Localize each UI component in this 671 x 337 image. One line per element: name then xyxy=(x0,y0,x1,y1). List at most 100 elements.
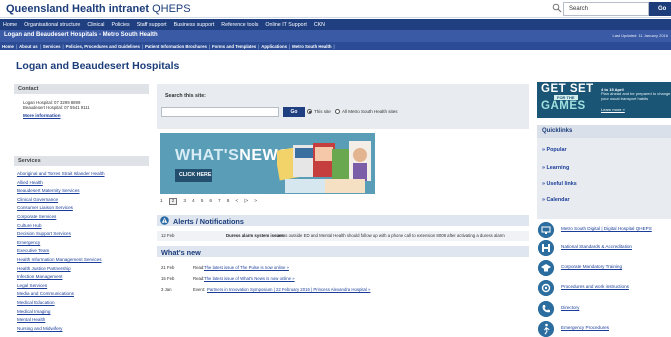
subnav-forms-templates[interactable]: Forms and Templates xyxy=(212,44,256,49)
service-link[interactable]: Emergency xyxy=(17,239,149,248)
pager-page-current[interactable]: 2 xyxy=(168,198,178,205)
left-column: Contact Logan Hospital: 07 3299 8899 Bea… xyxy=(14,84,149,333)
service-link[interactable]: Medical Education xyxy=(17,299,149,308)
pager-page[interactable]: 4 xyxy=(192,199,195,204)
resource-link-label[interactable]: Corporate Mandatory Training xyxy=(561,264,622,269)
resource-link-label[interactable]: Procedures and work instructions xyxy=(561,284,629,289)
resource-link-label[interactable]: Emergency Procedures xyxy=(561,325,609,330)
service-link[interactable]: Culture Hub xyxy=(17,222,149,231)
pager-page[interactable]: 8 xyxy=(227,199,230,204)
subnav-about-us[interactable]: About us xyxy=(19,44,38,49)
service-link[interactable]: Infection Management xyxy=(17,273,149,282)
site-search-label: Search this site: xyxy=(165,93,206,99)
subnav-metro-south-health[interactable]: Metro South Health xyxy=(292,44,331,49)
site-name[interactable]: Logan and Beaudesert Hospitals - Metro S… xyxy=(4,32,158,38)
service-link[interactable]: Clinical Governance xyxy=(17,196,149,205)
get-set-games-banner[interactable]: GET SET FOR THE GAMES 4 to 15 April Plan… xyxy=(537,82,671,118)
service-link[interactable]: Legal Services xyxy=(17,282,149,291)
pager-page[interactable]: 1 xyxy=(160,199,163,204)
nav-policies[interactable]: Policies xyxy=(111,22,129,28)
service-link[interactable]: Corporate Services xyxy=(17,213,149,222)
service-link[interactable]: Health Justice Partnership xyxy=(17,265,149,274)
subnav-home[interactable]: Home xyxy=(2,44,14,49)
nav-reference-tools[interactable]: Reference tools xyxy=(221,22,258,28)
contact-heading: Contact xyxy=(14,84,149,94)
service-link[interactable]: Medical Imaging xyxy=(17,308,149,317)
pager-page[interactable]: 7 xyxy=(218,199,221,204)
service-link[interactable]: Health Information Management Services xyxy=(17,256,149,265)
alert-text: - areas outside ED and Mental Health sho… xyxy=(274,233,505,238)
middle-column: Search this site: Go This site All Metro… xyxy=(157,84,529,129)
subnav-patient-brochures[interactable]: Patient Information Brochures xyxy=(145,44,207,49)
alert-item[interactable]: 12 Feb Duress alarm system issues - area… xyxy=(157,231,529,241)
subnav-policies[interactable]: Policies, Procedures and Guidelines xyxy=(66,44,140,49)
quicklink-learning[interactable]: » Learning xyxy=(542,165,569,171)
resource-link-emergency[interactable]: Emergency Procedures xyxy=(538,321,671,337)
site-search-input[interactable] xyxy=(161,107,279,117)
nav-business-support[interactable]: Business support xyxy=(174,22,215,28)
subnav-separator: | xyxy=(333,43,335,49)
service-link[interactable]: Mental Health xyxy=(17,316,149,325)
resource-link-training[interactable]: Corporate Mandatory Training xyxy=(538,260,671,276)
search-go-button[interactable]: Go xyxy=(649,2,671,16)
news-item: 3 Jan Event: Partners in Innovation Symp… xyxy=(157,287,529,295)
subnav-separator: | xyxy=(258,43,260,49)
news-link[interactable]: The latest issue of What's News is now o… xyxy=(204,276,295,281)
service-link[interactable]: Aboriginal and Torres Strait Islander He… xyxy=(17,170,149,179)
subnav-services[interactable]: Services xyxy=(43,44,61,49)
search-input[interactable]: Search xyxy=(563,2,649,16)
radio-this-site-button[interactable] xyxy=(307,109,312,114)
pager-next[interactable]: > xyxy=(254,199,257,204)
radio-this-site[interactable]: This site xyxy=(307,109,331,114)
resource-link-directory[interactable]: Directory xyxy=(538,301,671,317)
subnav-separator: | xyxy=(62,43,64,49)
news-kind: Read: xyxy=(193,276,205,281)
service-link[interactable]: Decision Support Services xyxy=(17,230,149,239)
service-link[interactable]: Executive Team xyxy=(17,247,149,256)
service-link[interactable]: Media and Communications xyxy=(17,290,149,299)
header-bar: Queensland Health intranet QHEPS Search … xyxy=(0,0,671,18)
learn-more-link[interactable]: Learn more » xyxy=(601,107,625,112)
resource-link-label[interactable]: Metro South Digital | Digital Hospital Q… xyxy=(561,226,652,231)
subnav-applications[interactable]: Applications xyxy=(261,44,287,49)
nav-clinical[interactable]: Clinical xyxy=(87,22,104,28)
nav-online-it-support[interactable]: Online IT Support xyxy=(265,22,306,28)
whats-news-banner[interactable]: WHAT'SNEWS CLICK HERE xyxy=(160,133,375,194)
pager-page[interactable]: 3 xyxy=(183,199,186,204)
more-information-link[interactable]: More information xyxy=(23,113,149,118)
resource-link-label[interactable]: National Standards & Accreditation xyxy=(561,244,632,249)
nav-home[interactable]: Home xyxy=(3,22,17,28)
banner-click-here-button[interactable]: CLICK HERE xyxy=(175,169,212,182)
resource-link-procedures[interactable]: Procedures and work instructions xyxy=(538,280,671,296)
radio-all-sites[interactable]: All Metro South Health sites xyxy=(335,109,398,114)
contact-box: Logan Hospital: 07 3299 8899 Beaudesert … xyxy=(14,94,149,138)
quicklinks-panel: Quicklinks » Popular » Learning » Useful… xyxy=(537,125,671,219)
site-title[interactable]: Queensland Health intranet QHEPS xyxy=(6,3,191,15)
site-search-box: Search this site: Go This site All Metro… xyxy=(157,84,529,129)
news-link[interactable]: The latest issue of The Pulse is now onl… xyxy=(204,265,289,270)
service-link[interactable]: Beaudesert Maternity Services xyxy=(17,187,149,196)
site-search-go-button[interactable]: Go xyxy=(283,107,305,117)
monitor-icon xyxy=(538,222,554,238)
subnav-separator: | xyxy=(141,43,144,49)
resource-link-digital[interactable]: Metro South Digital | Digital Hospital Q… xyxy=(538,222,671,238)
nav-ckn[interactable]: CKN xyxy=(314,22,325,28)
phone-icon xyxy=(538,301,554,317)
nav-organisational-structure[interactable]: Organisational structure xyxy=(24,22,80,28)
service-link[interactable]: Nursing and Midwifery xyxy=(17,325,149,334)
news-link[interactable]: Partners in Innovation Symposium | 22 Fe… xyxy=(207,287,370,292)
pager-page[interactable]: 6 xyxy=(209,199,212,204)
quicklink-useful-links[interactable]: » Useful links xyxy=(542,181,577,187)
pager-prev[interactable]: < xyxy=(235,199,238,204)
service-link[interactable]: Allied Health xyxy=(17,179,149,188)
radio-all-sites-button[interactable] xyxy=(335,109,340,114)
nav-staff-support[interactable]: Staff support xyxy=(137,22,167,28)
resource-link-standards[interactable]: National Standards & Accreditation xyxy=(538,240,671,256)
resource-link-label[interactable]: Directory xyxy=(561,305,579,310)
service-link[interactable]: Consumer Liaison Services xyxy=(17,204,149,213)
search-icon xyxy=(552,3,562,13)
quicklink-popular[interactable]: » Popular xyxy=(542,147,567,153)
pager-play[interactable]: |> xyxy=(244,199,248,204)
pager-page[interactable]: 5 xyxy=(201,199,204,204)
quicklink-calendar[interactable]: » Calendar xyxy=(542,197,570,203)
